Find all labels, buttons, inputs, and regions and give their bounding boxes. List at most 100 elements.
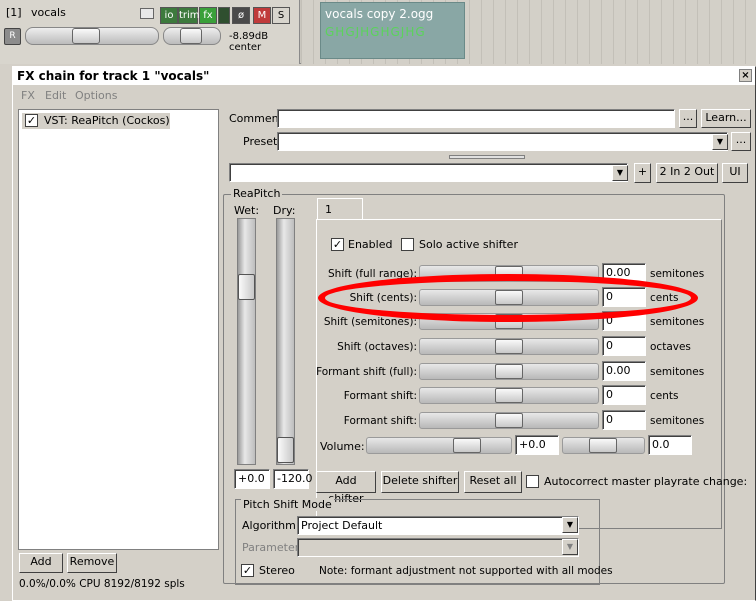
volume-value-field[interactable]: +0.0 (515, 435, 559, 455)
window-title: FX chain for track 1 "vocals" (17, 69, 210, 83)
stereo-label: Stereo (259, 564, 295, 577)
algorithm-dropdown-icon[interactable]: ▼ (562, 517, 578, 533)
close-button[interactable]: × (739, 69, 752, 82)
fx-item-label: VST: ReaPitch (Cockos) (44, 114, 170, 127)
solo-shifter-label: Solo active shifter (419, 238, 518, 251)
dry-slider-knob[interactable] (277, 437, 294, 463)
fx-chain-window: FX chain for track 1 "vocals" × FX Edit … (12, 66, 756, 601)
cpu-readout: 0.0%/0.0% CPU 8192/8192 spls (19, 578, 185, 590)
param-unit: cents (650, 390, 679, 402)
param-value-field[interactable]: 0 (602, 336, 646, 356)
fx-list[interactable]: ✓ VST: ReaPitch (Cockos) (18, 109, 219, 550)
volume-slider[interactable] (366, 437, 512, 454)
comment-input[interactable] (277, 109, 675, 128)
track-header[interactable]: [1] vocals io trim fx ø M S R -8.89dB ce… (0, 0, 300, 64)
io-button[interactable]: io (160, 7, 178, 24)
preset-dropdown-icon[interactable]: ▼ (712, 134, 728, 150)
fx-list-item[interactable]: ✓ VST: ReaPitch (Cockos) (22, 113, 170, 129)
algorithm-label: Algorithm: (242, 519, 300, 532)
param-value-field[interactable]: 0.00 (602, 361, 646, 381)
mute-button[interactable]: M (253, 7, 271, 24)
tab-shifter-1[interactable]: 1 (317, 198, 363, 220)
phase-button[interactable]: ø (232, 7, 250, 24)
delete-shifter-button[interactable]: Delete shifter (381, 471, 459, 493)
track-pan-knob[interactable] (180, 28, 202, 44)
enabled-label: Enabled (348, 238, 393, 251)
param-unit: semitones (650, 366, 705, 378)
comment-more-button[interactable]: ... (679, 109, 697, 128)
param-label: Formant shift: (343, 415, 417, 427)
enabled-checkbox[interactable]: ✓ (331, 238, 344, 251)
reset-all-button[interactable]: Reset all (464, 471, 522, 493)
ui-toggle-button[interactable]: UI (722, 163, 748, 183)
add-param-button[interactable]: + (634, 163, 651, 183)
track-volume-knob[interactable] (72, 28, 100, 44)
solo-shifter-checkbox[interactable] (401, 238, 414, 251)
volume-slider-knob[interactable] (453, 438, 481, 453)
param-slider-knob[interactable] (495, 413, 523, 428)
highlight-ellipse (318, 274, 698, 322)
track-name[interactable]: vocals (31, 6, 66, 19)
menu-fx[interactable]: FX (21, 89, 35, 102)
track-volume-readout: -8.89dB center (229, 31, 269, 53)
parameter-combo (297, 538, 579, 557)
param-label: Shift (octaves): (337, 341, 417, 353)
param-label: Formant shift (full): (316, 366, 417, 378)
stereo-checkbox[interactable]: ✓ (241, 564, 254, 577)
wet-value-field[interactable]: +0.0 (234, 469, 270, 489)
param-label: Formant shift: (343, 390, 417, 402)
parameter-dropdown-icon: ▼ (562, 539, 578, 555)
wet-label: Wet: (234, 204, 260, 217)
preset-label: Preset: (243, 135, 282, 148)
pan-slider-knob[interactable] (589, 438, 617, 453)
formant-note: Note: formant adjustment not supported w… (319, 565, 613, 577)
param-unit: semitones (650, 268, 705, 280)
track-strip: [1] vocals io trim fx ø M S R -8.89dB ce… (0, 0, 756, 64)
meter-icon (218, 7, 230, 24)
parameter-label: Parameter: (242, 541, 303, 554)
io-routing-button[interactable]: 2 In 2 Out (656, 163, 718, 183)
param-label: Shift (semitones): (323, 316, 417, 328)
menu-options[interactable]: Options (75, 89, 117, 102)
fx-enable-checkbox[interactable]: ✓ (25, 114, 38, 127)
media-item[interactable]: vocals copy 2.ogg GHGJHGHGJHG (320, 2, 465, 59)
trim-button[interactable]: trim (178, 7, 200, 24)
track-number: [1] (6, 6, 22, 19)
add-fx-button[interactable]: Add (19, 553, 63, 573)
menu-edit[interactable]: Edit (45, 89, 66, 102)
param-slider-knob[interactable] (495, 339, 523, 354)
media-item-name: vocals copy 2.ogg (325, 7, 434, 21)
remove-fx-button[interactable]: Remove (67, 553, 117, 573)
preset-combo[interactable] (277, 132, 728, 151)
plugin-select-combo[interactable] (229, 163, 628, 182)
preset-more-button[interactable]: ... (731, 132, 751, 151)
plugin-dropdown-icon[interactable]: ▼ (612, 165, 628, 181)
title-bar[interactable]: FX chain for track 1 "vocals" × (13, 67, 755, 85)
autocorrect-checkbox[interactable] (526, 475, 539, 488)
folder-icon[interactable] (140, 8, 154, 19)
pitch-shift-mode-title: Pitch Shift Mode (241, 498, 334, 511)
algorithm-combo[interactable]: Project Default (297, 516, 579, 535)
param-value-field[interactable]: 0 (602, 410, 646, 430)
fx-button[interactable]: fx (199, 7, 217, 24)
param-slider-knob[interactable] (495, 364, 523, 379)
solo-button[interactable]: S (272, 7, 290, 24)
media-item-waveform-label: GHGJHGHGJHG (325, 25, 426, 39)
autocorrect-label: Autocorrect master playrate change: (544, 475, 748, 488)
dry-value-field[interactable]: -120.0 (273, 469, 312, 489)
param-unit: octaves (650, 341, 691, 353)
reapitch-group-title: ReaPitch (231, 187, 283, 200)
param-unit: semitones (650, 415, 705, 427)
wet-slider-knob[interactable] (238, 274, 255, 301)
learn-button[interactable]: Learn... (701, 109, 751, 128)
divider-handle[interactable] (449, 155, 525, 159)
param-value-field[interactable]: 0 (602, 385, 646, 405)
dry-label: Dry: (273, 204, 296, 217)
wet-slider[interactable] (237, 218, 256, 465)
param-slider-knob[interactable] (495, 388, 523, 403)
volume-label: Volume: (320, 440, 365, 453)
pan-value-field[interactable]: 0.0 (648, 435, 692, 455)
param-unit: semitones (650, 316, 705, 328)
record-arm-button[interactable]: R (4, 28, 21, 45)
add-shifter-button[interactable]: Add shifter (316, 471, 376, 505)
